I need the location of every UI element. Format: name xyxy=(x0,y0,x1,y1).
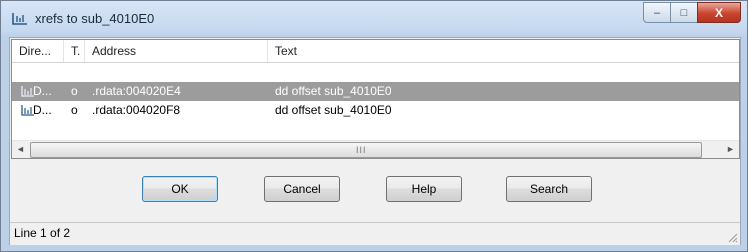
text-cell: dd offset sub_4010E0 xyxy=(275,103,392,117)
dialog-body: Dire... T. Address Text D... o .rdata:00… xyxy=(9,37,741,245)
type-cell: o xyxy=(71,84,78,98)
ok-button[interactable]: OK xyxy=(142,176,218,202)
search-button[interactable]: Search xyxy=(506,176,592,202)
cancel-button[interactable]: Cancel xyxy=(264,176,340,202)
address-cell: .rdata:004020E4 xyxy=(92,84,181,98)
status-text: Line 1 of 2 xyxy=(14,226,71,240)
help-button[interactable]: Help xyxy=(386,176,462,202)
title-bar[interactable]: xrefs to sub_4010E0 – □ X xyxy=(1,1,747,37)
maximize-button[interactable]: □ xyxy=(670,2,698,23)
xref-list[interactable]: Dire... T. Address Text D... o .rdata:00… xyxy=(11,39,740,159)
scroll-grip: III xyxy=(356,145,367,155)
table-row[interactable]: D... o .rdata:004020F8 dd offset sub_401… xyxy=(12,101,739,120)
scroll-left-icon[interactable]: ◄ xyxy=(12,141,29,158)
column-text[interactable]: Text xyxy=(268,40,739,62)
xrefs-dialog: xrefs to sub_4010E0 – □ X Dire... T. Add… xyxy=(0,0,748,252)
xref-icon xyxy=(12,13,27,25)
table-row[interactable]: D... o .rdata:004020E4 dd offset sub_401… xyxy=(12,82,739,101)
window-title: xrefs to sub_4010E0 xyxy=(35,11,155,26)
scroll-thumb[interactable]: III xyxy=(30,142,702,158)
text-cell: dd offset sub_4010E0 xyxy=(275,84,392,98)
direction-cell: D... xyxy=(33,103,52,117)
resize-grip-icon[interactable] xyxy=(726,231,738,243)
type-cell: o xyxy=(71,103,78,117)
column-address[interactable]: Address xyxy=(85,40,268,62)
window-controls: – □ X xyxy=(643,2,741,23)
status-bar: Line 1 of 2 xyxy=(10,222,740,245)
column-header: Dire... T. Address Text xyxy=(12,40,739,63)
scroll-right-icon[interactable]: ► xyxy=(722,141,739,158)
address-cell: .rdata:004020F8 xyxy=(92,103,181,117)
horizontal-scrollbar[interactable]: ◄ III ► xyxy=(12,140,739,158)
direction-cell: D... xyxy=(33,84,52,98)
close-button[interactable]: X xyxy=(697,2,741,23)
column-direction[interactable]: Dire... xyxy=(12,40,64,62)
minimize-button[interactable]: – xyxy=(643,2,671,23)
column-type[interactable]: T. xyxy=(64,40,85,62)
